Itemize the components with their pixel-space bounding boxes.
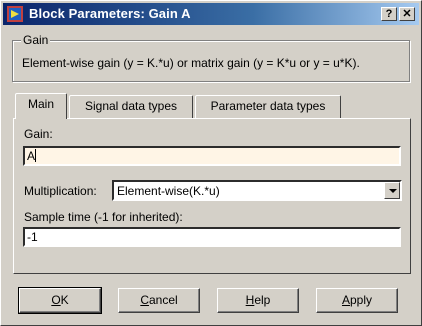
help-button[interactable]: Help <box>217 288 299 313</box>
tab-parameter-data-types[interactable]: Parameter data types <box>195 95 341 118</box>
cancel-button[interactable]: Cancel <box>118 288 200 313</box>
text-caret <box>35 149 37 162</box>
dialog-window: Block Parameters: Gain A ? ✕ Gain Elemen… <box>0 0 422 326</box>
apply-button[interactable]: Apply <box>316 288 398 313</box>
ok-label-rest: K <box>60 293 69 307</box>
multiplication-select[interactable]: Element-wise(K.*u) <box>112 180 402 201</box>
help-label-rest: elp <box>254 293 271 307</box>
chevron-down-icon[interactable] <box>384 182 400 199</box>
apply-mnemonic: A <box>341 293 350 307</box>
cancel-mnemonic: C <box>140 293 149 307</box>
title-bar[interactable]: Block Parameters: Gain A ? ✕ <box>3 3 419 25</box>
block-description: Element-wise gain (y = K.*u) or matrix g… <box>22 56 360 70</box>
tab-signal-data-types[interactable]: Signal data types <box>69 95 193 118</box>
ok-button[interactable]: OK <box>18 287 102 314</box>
gain-groupbox: Gain Element-wise gain (y = K.*u) or mat… <box>12 33 410 82</box>
sample-time-label: Sample time (-1 for inherited): <box>24 210 183 224</box>
gain-input[interactable]: A <box>23 146 401 166</box>
gain-label: Gain: <box>24 127 53 141</box>
gain-value: A <box>27 149 36 163</box>
multiplication-label: Multiplication: <box>24 184 97 198</box>
ok-mnemonic: O <box>51 293 61 307</box>
simulink-block-icon <box>7 6 23 22</box>
help-title-button[interactable]: ? <box>381 7 397 21</box>
sample-time-input[interactable]: -1 <box>23 227 401 247</box>
group-title: Gain <box>21 33 51 47</box>
apply-label-rest: pply <box>350 293 373 307</box>
sample-time-value: -1 <box>27 230 38 244</box>
main-tab-panel: Gain: A Multiplication: Element-wise(K.*… <box>13 118 411 274</box>
multiplication-value: Element-wise(K.*u) <box>117 184 220 198</box>
window-title: Block Parameters: Gain A <box>29 6 191 21</box>
tab-main[interactable]: Main <box>15 93 67 119</box>
close-button[interactable]: ✕ <box>399 7 415 21</box>
cancel-label-rest: ancel <box>148 293 178 307</box>
